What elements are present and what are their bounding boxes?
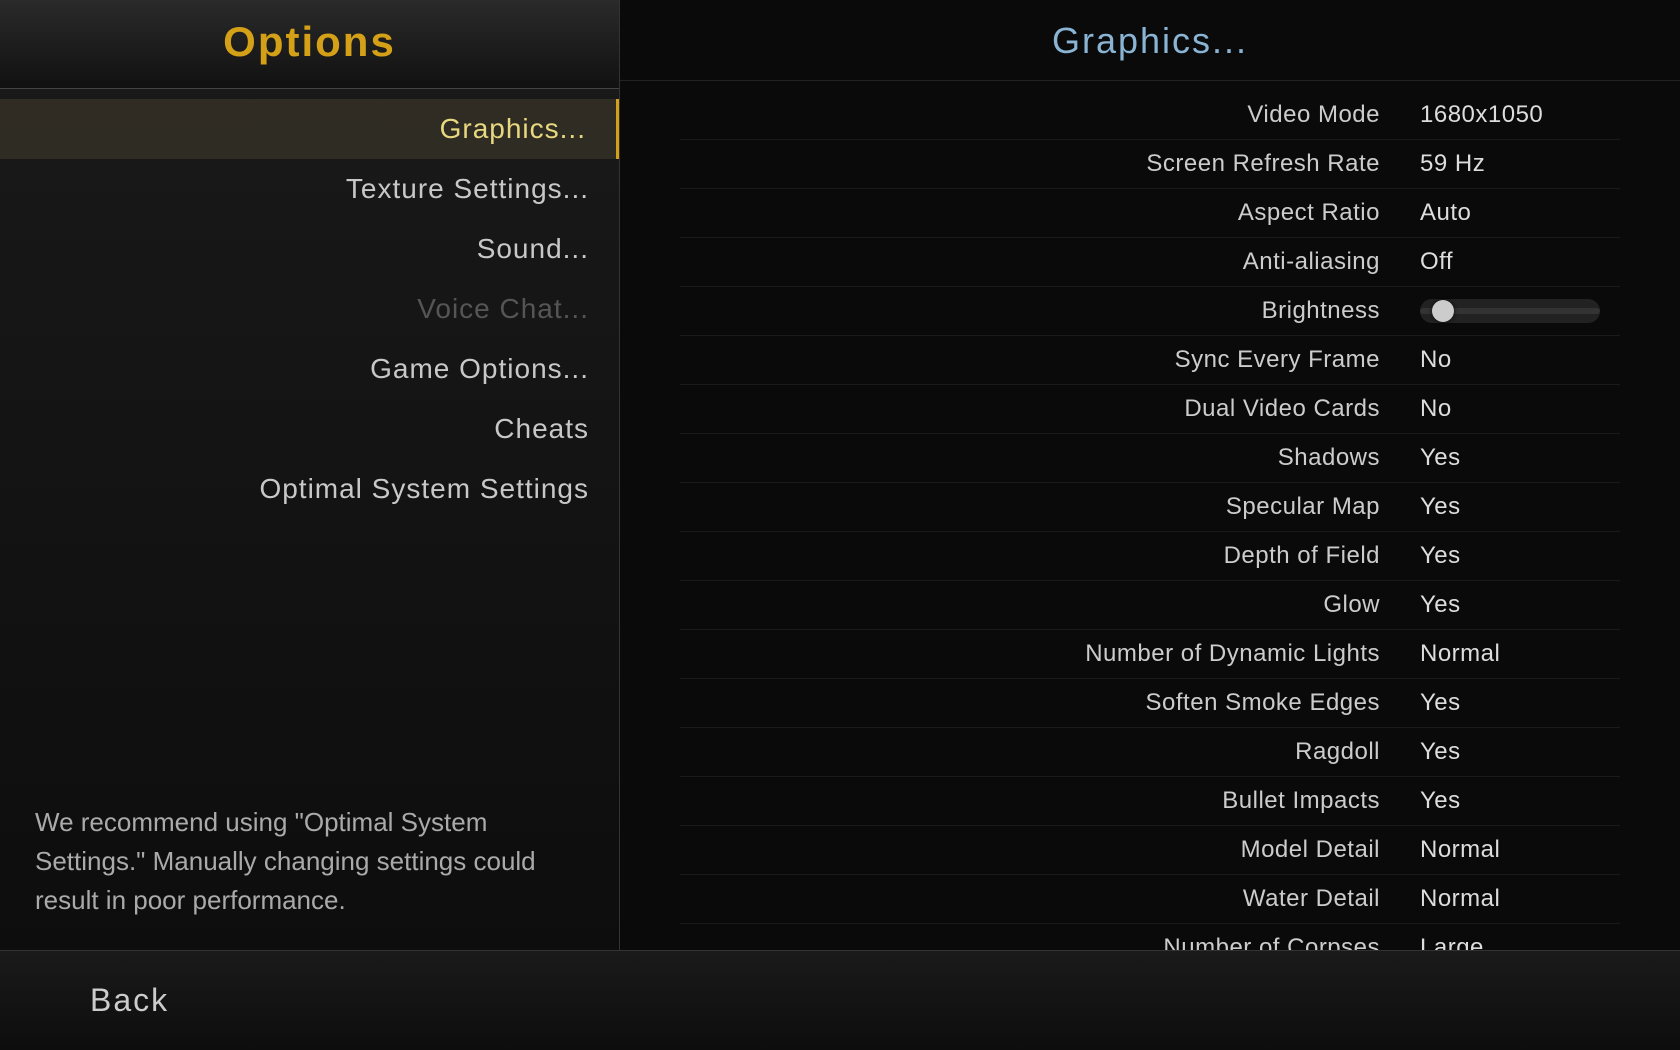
setting-label-ragdoll: Ragdoll bbox=[680, 738, 1420, 766]
setting-row-anti-aliasing: Anti-aliasingOff bbox=[680, 238, 1620, 287]
menu-item-cheats[interactable]: Cheats bbox=[0, 399, 619, 459]
right-panel: Graphics... Video Mode1680x1050Screen Re… bbox=[620, 0, 1680, 950]
recommendation-text: We recommend using "Optimal System Setti… bbox=[0, 783, 619, 950]
setting-value-anti-aliasing: Off bbox=[1420, 248, 1620, 276]
setting-row-soften-smoke-edges: Soften Smoke EdgesYes bbox=[680, 679, 1620, 728]
setting-value-screen-refresh-rate: 59 Hz bbox=[1420, 150, 1620, 178]
setting-value-glow: Yes bbox=[1420, 591, 1620, 619]
menu-item-voice-chat: Voice Chat... bbox=[0, 279, 619, 339]
setting-row-brightness: Brightness bbox=[680, 287, 1620, 336]
setting-row-sync-every-frame: Sync Every FrameNo bbox=[680, 336, 1620, 385]
menu-item-texture[interactable]: Texture Settings... bbox=[0, 159, 619, 219]
setting-row-ragdoll: RagdollYes bbox=[680, 728, 1620, 777]
setting-label-model-detail: Model Detail bbox=[680, 836, 1420, 864]
setting-value-specular-map: Yes bbox=[1420, 493, 1620, 521]
setting-label-number-of-corpses: Number of Corpses bbox=[680, 934, 1420, 950]
menu-item-graphics[interactable]: Graphics... bbox=[0, 99, 619, 159]
setting-row-dual-video-cards: Dual Video CardsNo bbox=[680, 385, 1620, 434]
setting-label-screen-refresh-rate: Screen Refresh Rate bbox=[680, 150, 1420, 178]
menu-list: Graphics...Texture Settings...Sound...Vo… bbox=[0, 89, 619, 783]
setting-value-bullet-impacts: Yes bbox=[1420, 787, 1620, 815]
setting-row-number-of-corpses: Number of CorpsesLarge bbox=[680, 924, 1620, 950]
setting-row-bullet-impacts: Bullet ImpactsYes bbox=[680, 777, 1620, 826]
setting-label-soften-smoke-edges: Soften Smoke Edges bbox=[680, 689, 1420, 717]
back-button[interactable]: Back bbox=[50, 972, 209, 1029]
setting-row-screen-refresh-rate: Screen Refresh Rate59 Hz bbox=[680, 140, 1620, 189]
setting-label-depth-of-field: Depth of Field bbox=[680, 542, 1420, 570]
setting-row-model-detail: Model DetailNormal bbox=[680, 826, 1620, 875]
setting-row-glow: GlowYes bbox=[680, 581, 1620, 630]
settings-list: Video Mode1680x1050Screen Refresh Rate59… bbox=[620, 81, 1680, 950]
setting-value-number-of-dynamic-lights: Normal bbox=[1420, 640, 1620, 668]
setting-label-specular-map: Specular Map bbox=[680, 493, 1420, 521]
setting-value-shadows: Yes bbox=[1420, 444, 1620, 472]
setting-value-dual-video-cards: No bbox=[1420, 395, 1620, 423]
setting-label-water-detail: Water Detail bbox=[680, 885, 1420, 913]
setting-value-depth-of-field: Yes bbox=[1420, 542, 1620, 570]
setting-label-brightness: Brightness bbox=[680, 297, 1420, 325]
graphics-title: Graphics... bbox=[620, 0, 1680, 81]
setting-value-water-detail: Normal bbox=[1420, 885, 1620, 913]
setting-value-ragdoll: Yes bbox=[1420, 738, 1620, 766]
brightness-thumb bbox=[1432, 300, 1454, 322]
setting-label-dual-video-cards: Dual Video Cards bbox=[680, 395, 1420, 423]
setting-label-glow: Glow bbox=[680, 591, 1420, 619]
brightness-slider[interactable] bbox=[1420, 299, 1600, 323]
setting-row-depth-of-field: Depth of FieldYes bbox=[680, 532, 1620, 581]
setting-value-aspect-ratio: Auto bbox=[1420, 199, 1620, 227]
menu-item-game-options[interactable]: Game Options... bbox=[0, 339, 619, 399]
setting-label-anti-aliasing: Anti-aliasing bbox=[680, 248, 1420, 276]
setting-label-shadows: Shadows bbox=[680, 444, 1420, 472]
setting-row-video-mode: Video Mode1680x1050 bbox=[680, 91, 1620, 140]
setting-row-shadows: ShadowsYes bbox=[680, 434, 1620, 483]
setting-row-specular-map: Specular MapYes bbox=[680, 483, 1620, 532]
setting-label-bullet-impacts: Bullet Impacts bbox=[680, 787, 1420, 815]
setting-label-number-of-dynamic-lights: Number of Dynamic Lights bbox=[680, 640, 1420, 668]
setting-value-brightness[interactable] bbox=[1420, 299, 1620, 323]
setting-value-soften-smoke-edges: Yes bbox=[1420, 689, 1620, 717]
setting-value-number-of-corpses: Large bbox=[1420, 934, 1620, 950]
setting-value-sync-every-frame: No bbox=[1420, 346, 1620, 374]
menu-item-optimal[interactable]: Optimal System Settings bbox=[0, 459, 619, 519]
brightness-track bbox=[1420, 308, 1600, 314]
left-panel: Options Graphics...Texture Settings...So… bbox=[0, 0, 620, 950]
menu-item-sound[interactable]: Sound... bbox=[0, 219, 619, 279]
setting-label-video-mode: Video Mode bbox=[680, 101, 1420, 129]
bottom-bar: Back bbox=[0, 950, 1680, 1050]
setting-value-video-mode: 1680x1050 bbox=[1420, 101, 1620, 129]
setting-row-number-of-dynamic-lights: Number of Dynamic LightsNormal bbox=[680, 630, 1620, 679]
setting-value-model-detail: Normal bbox=[1420, 836, 1620, 864]
setting-label-aspect-ratio: Aspect Ratio bbox=[680, 199, 1420, 227]
setting-label-sync-every-frame: Sync Every Frame bbox=[680, 346, 1420, 374]
setting-row-water-detail: Water DetailNormal bbox=[680, 875, 1620, 924]
options-title: Options bbox=[0, 0, 619, 89]
setting-row-aspect-ratio: Aspect RatioAuto bbox=[680, 189, 1620, 238]
